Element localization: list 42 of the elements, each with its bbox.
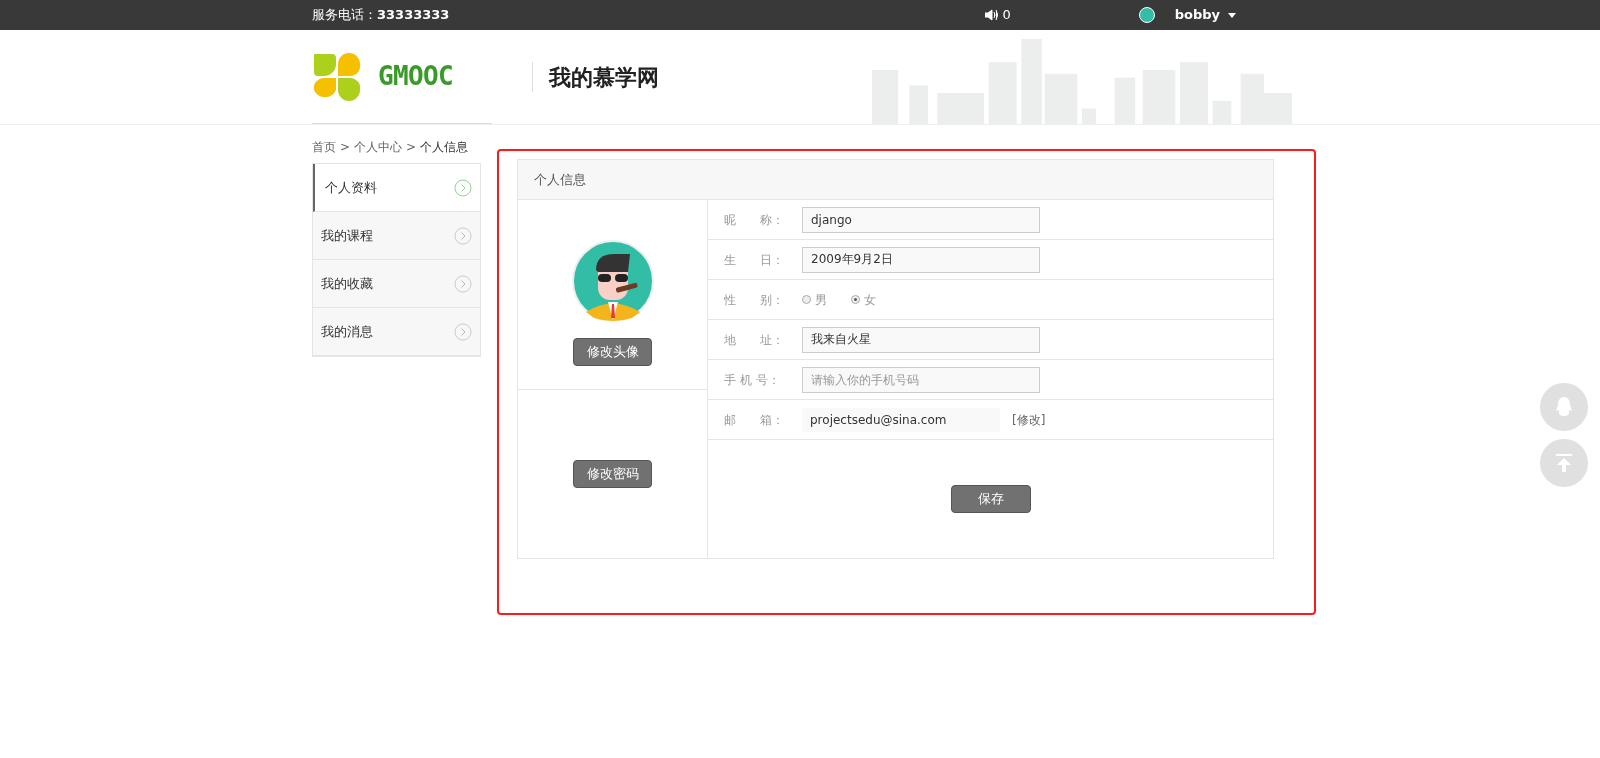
text-input[interactable]: 2009年9月2日 <box>802 246 1040 273</box>
username[interactable]: bobby <box>1174 5 1220 25</box>
phone-number: 33333333 <box>377 6 450 25</box>
field-label: 手 机 号： <box>724 371 781 389</box>
chevron-circle-icon <box>454 322 472 341</box>
user-avatar-icon <box>1138 7 1155 23</box>
breadcrumb-link[interactable]: 个人中心 <box>354 138 403 156</box>
chevron-circle-icon <box>454 274 472 293</box>
chevron-circle-icon <box>454 178 472 197</box>
sidebar-item[interactable]: 我的课程 <box>313 212 480 260</box>
sidebar-item[interactable]: 个人资料 <box>313 164 480 212</box>
field-label: 昵 称： <box>724 211 785 229</box>
field-label: 邮 箱： <box>724 411 785 429</box>
speaker-icon <box>985 9 999 21</box>
caret-icon <box>1228 12 1236 18</box>
clover-logo-icon <box>312 51 362 102</box>
breadcrumb-link[interactable]: 首页 <box>312 138 336 156</box>
text-input[interactable]: django <box>802 206 1040 233</box>
text-input[interactable]: 我来自火星 <box>802 326 1040 353</box>
qq-penguin-button[interactable] <box>1540 383 1588 431</box>
text-input[interactable]: 请输入你的手机号码 <box>802 366 1040 393</box>
penguin-icon <box>1554 396 1574 418</box>
chevron-circle-icon <box>454 226 472 245</box>
sidebar-item[interactable]: 我的消息 <box>313 308 480 356</box>
arrow-to-top-icon <box>1555 453 1573 473</box>
field-label: 性 别： <box>724 291 785 309</box>
change-password-button[interactable]: 修改密码 <box>573 460 652 488</box>
back-to-top-button[interactable] <box>1540 439 1588 487</box>
email-value: projectsedu@sina.com <box>802 407 1000 432</box>
field-label: 地 址： <box>724 331 785 349</box>
breadcrumb-separator: > <box>406 139 417 156</box>
sidebar-item[interactable]: 我的收藏 <box>313 260 480 308</box>
logo-text: GMOOC <box>378 60 454 93</box>
breadcrumb-separator: > <box>340 139 351 156</box>
change-avatar-button[interactable]: 修改头像 <box>573 337 652 366</box>
notification-count[interactable]: 0 <box>1002 5 1011 25</box>
save-button[interactable]: 保存 <box>950 485 1031 513</box>
panel-header: 个人信息 <box>518 160 1273 200</box>
phone-label: 服务电话： <box>312 6 377 25</box>
field-label: 生 日： <box>724 251 785 269</box>
modify-link[interactable]: [修改] <box>1012 410 1046 429</box>
page-title: 我的慕学网 <box>549 63 659 92</box>
